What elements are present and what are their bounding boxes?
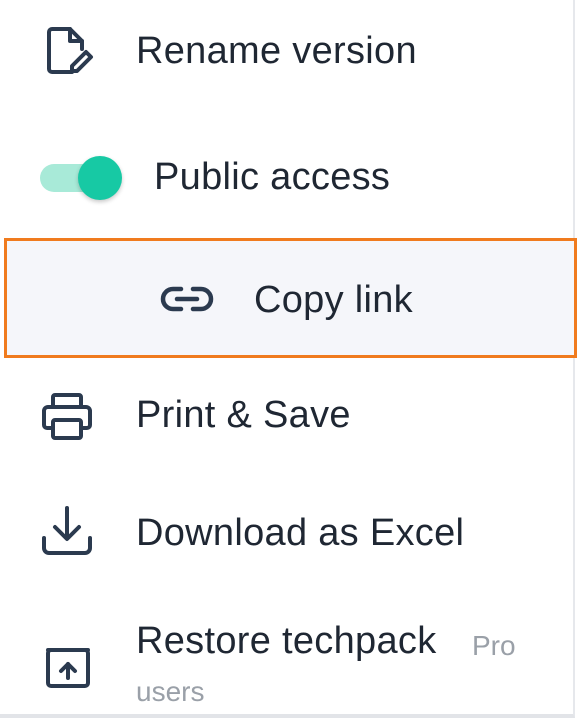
public-access-item[interactable]: Public access [0,118,575,236]
rename-version-label: Rename version [136,30,417,72]
copy-link-label: Copy link [254,279,413,321]
restore-box-icon [42,640,94,692]
restore-techpack-item[interactable]: Restore techpack Pro users [0,600,575,718]
download-excel-item[interactable]: Download as Excel [0,478,575,588]
public-access-label: Public access [154,156,391,198]
toggle-knob [78,156,122,200]
rename-version-item[interactable]: Rename version [0,0,575,104]
copy-link-item[interactable]: Copy link [4,238,577,358]
pro-users-badge-continued: users [136,676,205,707]
print-save-item[interactable]: Print & Save [0,362,575,470]
rename-file-icon [42,24,96,78]
context-menu: Rename version Public access Copy link P… [0,0,577,718]
public-access-toggle[interactable] [40,156,126,200]
restore-techpack-label: Restore techpack [136,620,437,662]
printer-icon [40,392,94,442]
print-save-label: Print & Save [136,394,351,436]
download-excel-label: Download as Excel [136,512,465,554]
link-icon [159,277,215,321]
pro-users-badge: Pro [472,630,516,661]
download-icon [40,504,94,558]
